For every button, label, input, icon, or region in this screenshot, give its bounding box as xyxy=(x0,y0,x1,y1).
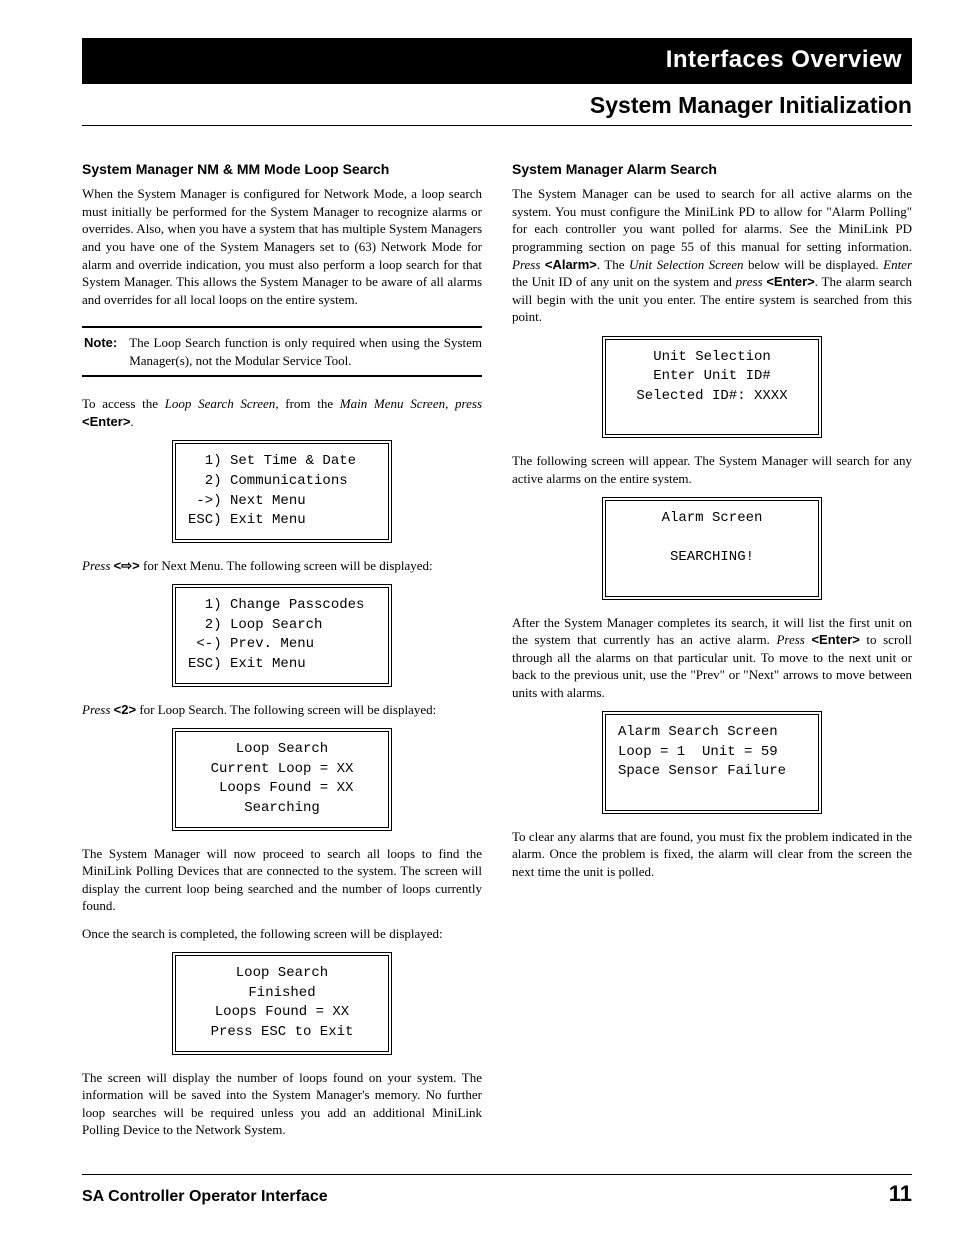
text: To access the xyxy=(82,396,165,411)
lcd-screen-unit-selection: Unit Selection Enter Unit ID# Selected I… xyxy=(602,336,822,438)
text-italic: Press xyxy=(82,558,110,573)
lcd-line: Alarm Search Screen xyxy=(618,723,806,743)
lcd-line: SEARCHING! xyxy=(618,548,806,568)
text-italic: Enter xyxy=(883,257,912,272)
right-p3: After the System Manager completes its s… xyxy=(512,614,912,702)
left-p2: To access the Loop Search Screen, from t… xyxy=(82,395,482,430)
key-close: > xyxy=(132,558,140,573)
lcd-line: Searching xyxy=(188,799,376,819)
right-heading: System Manager Alarm Search xyxy=(512,160,912,179)
text-italic: Main Menu Screen xyxy=(340,396,445,411)
text: the Unit ID of any unit on the system an… xyxy=(512,274,736,289)
lcd-line: Current Loop = XX xyxy=(188,760,376,780)
lcd-screen-loop-search: Loop Search Current Loop = XX Loops Foun… xyxy=(172,728,392,830)
lcd-line: Unit Selection xyxy=(618,348,806,368)
text-italic: Loop Search Screen xyxy=(165,396,276,411)
text: for Next Menu. The following screen will… xyxy=(140,558,433,573)
page-footer: SA Controller Operator Interface 11 xyxy=(82,1174,912,1209)
footer-title: SA Controller Operator Interface xyxy=(82,1186,328,1208)
lcd-screen-alarm-search: Alarm Search Screen Loop = 1 Unit = 59 S… xyxy=(602,711,822,813)
text-italic: Press xyxy=(512,257,540,272)
lcd-line: Press ESC to Exit xyxy=(188,1023,376,1043)
right-p1: The System Manager can be used to search… xyxy=(512,185,912,325)
lcd-line: Space Sensor Failure xyxy=(618,762,806,782)
lcd-line: Loops Found = XX xyxy=(188,1003,376,1023)
text: . The xyxy=(597,257,629,272)
page-title: System Manager Initialization xyxy=(82,84,912,126)
lcd-line: Loop Search xyxy=(188,740,376,760)
lcd-line: Alarm Screen xyxy=(618,509,806,529)
left-p5: The System Manager will now proceed to s… xyxy=(82,845,482,915)
key-alarm: <Alarm> xyxy=(545,257,597,272)
text: The System Manager can be used to search… xyxy=(512,186,912,254)
lcd-screen-next-menu: 1) Change Passcodes 2) Loop Search <-) P… xyxy=(172,584,392,686)
left-p3: Press <⇨> for Next Menu. The following s… xyxy=(82,557,482,575)
text: , from the xyxy=(275,396,339,411)
left-p4: Press <2> for Loop Search. The following… xyxy=(82,701,482,719)
right-column: System Manager Alarm Search The System M… xyxy=(512,160,912,1148)
note-text: The Loop Search function is only require… xyxy=(129,334,482,369)
key-enter: <Enter> xyxy=(811,632,859,647)
text: . xyxy=(130,414,133,429)
key-enter: <Enter> xyxy=(82,414,130,429)
left-p1: When the System Manager is configured fo… xyxy=(82,185,482,308)
key-enter: <Enter> xyxy=(766,274,814,289)
note-box: Note: The Loop Search function is only r… xyxy=(82,326,482,377)
key-two: <2> xyxy=(114,702,136,717)
left-column: System Manager NM & MM Mode Loop Search … xyxy=(82,160,482,1148)
lcd-line: Loop = 1 Unit = 59 xyxy=(618,743,806,763)
lcd-line: Finished xyxy=(188,984,376,1004)
lcd-screen-main-menu: 1) Set Time & Date 2) Communications ->)… xyxy=(172,440,392,542)
page: Interfaces Overview System Manager Initi… xyxy=(0,0,954,1235)
lcd-line: Enter Unit ID# xyxy=(618,367,806,387)
text: , xyxy=(445,396,455,411)
text-italic: Press xyxy=(82,702,110,717)
key-open: < xyxy=(114,558,122,573)
text-italic: press xyxy=(736,274,763,289)
left-heading: System Manager NM & MM Mode Loop Search xyxy=(82,160,482,179)
lcd-line: Selected ID#: XXXX xyxy=(618,387,806,407)
lcd-line: Loops Found = XX xyxy=(188,779,376,799)
right-p4: To clear any alarms that are found, you … xyxy=(512,828,912,881)
text: below will be displayed. xyxy=(744,257,884,272)
text: for Loop Search. The following screen wi… xyxy=(136,702,436,717)
text-italic: Press xyxy=(776,632,804,647)
note-label: Note: xyxy=(82,334,117,369)
lcd-screen-loop-finished: Loop Search Finished Loops Found = XX Pr… xyxy=(172,952,392,1054)
text-italic: press xyxy=(455,396,482,411)
section-banner: Interfaces Overview xyxy=(82,38,912,84)
right-p2: The following screen will appear. The Sy… xyxy=(512,452,912,487)
left-p6: Once the search is completed, the follow… xyxy=(82,925,482,943)
lcd-line: Loop Search xyxy=(188,964,376,984)
left-p7: The screen will display the number of lo… xyxy=(82,1069,482,1139)
arrow-right-icon: ⇨ xyxy=(121,557,132,575)
lcd-screen-alarm: Alarm Screen SEARCHING! xyxy=(602,497,822,599)
content-columns: System Manager NM & MM Mode Loop Search … xyxy=(82,160,912,1148)
text-italic: Unit Selection Screen xyxy=(629,257,744,272)
page-number: 11 xyxy=(889,1179,912,1209)
